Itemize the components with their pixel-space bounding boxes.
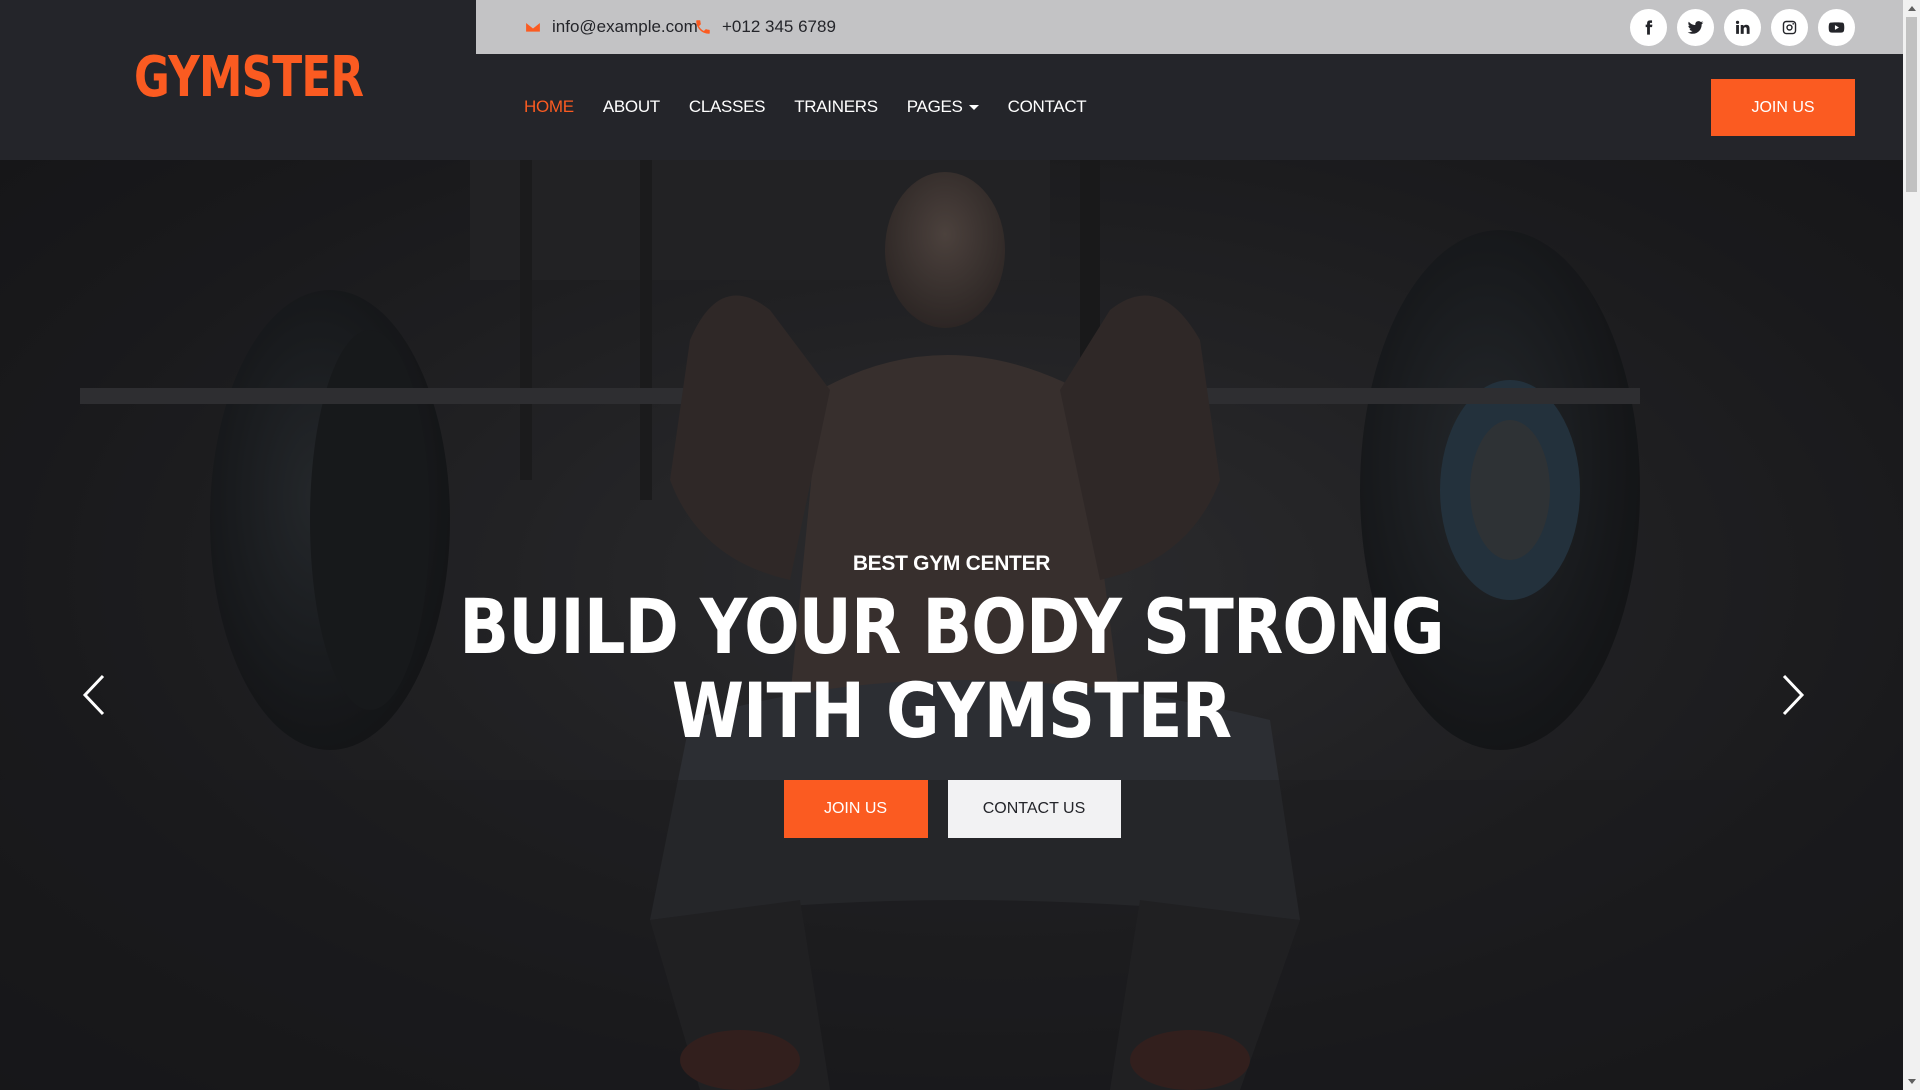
nav-item-label: ABOUT: [602, 97, 660, 116]
carousel-prev-button[interactable]: [75, 670, 115, 720]
join-us-button[interactable]: JOIN US: [783, 780, 928, 838]
nav-item-label: PAGES: [906, 97, 963, 116]
scroll-thumb[interactable]: [1906, 17, 1917, 192]
youtube-link[interactable]: [1818, 9, 1855, 46]
chevron-left-icon: [82, 674, 105, 716]
arrow-up-icon: [1907, 6, 1916, 11]
social-links: [1630, 9, 1855, 46]
facebook-icon: [1645, 20, 1653, 35]
hero-title-line-1: BUILD YOUR BODY STRONG: [459, 582, 1444, 671]
linkedin-icon: [1735, 20, 1750, 34]
phone-icon: [694, 18, 712, 36]
youtube-icon: [1828, 22, 1845, 33]
nav-item-contact[interactable]: CONTACT: [1008, 97, 1087, 117]
instagram-icon: [1782, 20, 1797, 35]
envelope-icon: [524, 18, 542, 36]
nav-item-home[interactable]: HOME: [524, 97, 574, 117]
instagram-link[interactable]: [1771, 9, 1808, 46]
hero-title: BUILD YOUR BODY STRONG WITH GYMSTER: [0, 585, 1903, 753]
phone-contact[interactable]: +012 345 6789: [694, 0, 836, 54]
scroll-down-button[interactable]: [1903, 1073, 1920, 1090]
nav-item-label: CONTACT: [1007, 97, 1087, 116]
top-bar: info@example.com +012 345 6789: [476, 0, 1903, 54]
scroll-up-button[interactable]: [1903, 0, 1920, 17]
nav-item-label: CLASSES: [688, 97, 766, 116]
hero-subtitle: BEST GYM CENTER: [852, 552, 1051, 575]
facebook-link[interactable]: [1630, 9, 1667, 46]
email-contact[interactable]: info@example.com: [524, 0, 698, 54]
vertical-scrollbar[interactable]: [1903, 0, 1920, 1090]
hero-carousel: BEST GYM CENTER BUILD YOUR BODY STRONG W…: [0, 160, 1903, 1090]
nav-item-label: HOME: [524, 97, 574, 116]
brand-logo[interactable]: GYMSTER: [134, 45, 364, 110]
main-navbar: HOME ABOUT CLASSES TRAINERS PAGES CONTAC…: [476, 54, 1903, 160]
nav-menu: HOME ABOUT CLASSES TRAINERS PAGES CONTAC…: [524, 54, 1087, 160]
brand-area: GYMSTER: [0, 0, 476, 160]
carousel-next-button[interactable]: [1772, 670, 1812, 720]
arrow-down-icon: [1907, 1079, 1916, 1084]
hero-buttons: JOIN US CONTACT US: [0, 780, 1903, 838]
join-us-button-header[interactable]: JOIN US: [1711, 79, 1855, 136]
nav-item-classes[interactable]: CLASSES: [688, 97, 766, 117]
caret-down-icon: [968, 104, 979, 110]
nav-item-label: TRAINERS: [794, 97, 878, 116]
hero-title-line-2: WITH GYMSTER: [671, 666, 1232, 755]
page: GYMSTER info@example.com +012 345 6789 H…: [0, 0, 1903, 1090]
nav-item-about[interactable]: ABOUT: [603, 97, 660, 117]
nav-item-trainers[interactable]: TRAINERS: [794, 97, 878, 117]
nav-item-pages-dropdown[interactable]: PAGES: [907, 97, 979, 117]
linkedin-link[interactable]: [1724, 9, 1761, 46]
twitter-link[interactable]: [1677, 9, 1714, 46]
phone-text: +012 345 6789: [722, 17, 836, 36]
contact-us-button[interactable]: CONTACT US: [947, 780, 1121, 838]
twitter-icon: [1687, 21, 1704, 34]
email-text: info@example.com: [552, 17, 698, 36]
chevron-right-icon: [1782, 674, 1805, 716]
